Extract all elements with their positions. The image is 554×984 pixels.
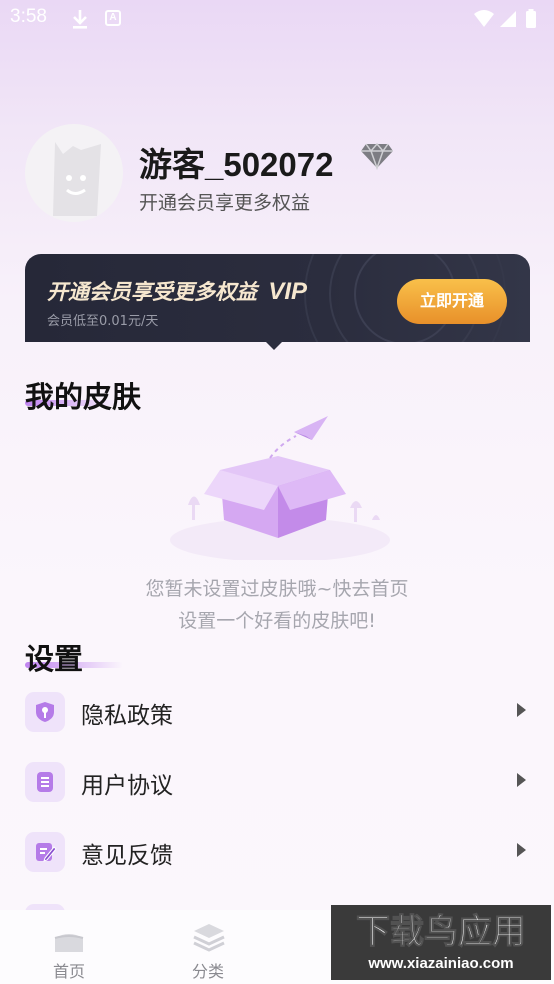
profile-subtitle[interactable]: 开通会员享更多权益 (139, 188, 310, 215)
avatar[interactable] (25, 124, 123, 222)
nav-category-label: 分类 (191, 962, 224, 981)
vip-tag: VIP (268, 278, 307, 305)
watermark-logo: 下载鸟应用 (356, 912, 527, 952)
feedback-icon (25, 832, 65, 872)
status-bar: 3:58 A (0, 0, 554, 38)
status-time: 3:58 (10, 6, 47, 27)
avatar-placeholder-icon (53, 142, 101, 216)
download-icon (70, 8, 90, 34)
settings-item-feedback[interactable]: 意见反馈 (25, 822, 530, 882)
empty-box-illustration (160, 410, 400, 564)
battery-icon (526, 11, 536, 28)
watermark-url: www.xiazainiao.com (368, 955, 514, 972)
chevron-right-icon (517, 703, 526, 717)
chevron-right-icon (517, 773, 526, 787)
signal-icons (472, 8, 542, 34)
empty-skin-message-line2: 设置一个好看的皮肤吧! (178, 610, 376, 632)
nav-home[interactable]: 首页 (19, 910, 119, 984)
settings-item-label: 意见反馈 (81, 843, 173, 869)
settings-item-label: 用户协议 (81, 773, 173, 799)
settings-item-privacy[interactable]: 隐私政策 (25, 682, 530, 742)
cell-signal-icon (500, 11, 516, 27)
nav-home-label: 首页 (52, 962, 85, 981)
settings-item-label: 隐私政策 (81, 703, 173, 729)
home-icon (54, 934, 84, 952)
chevron-right-icon (517, 843, 526, 857)
settings-item-agreement[interactable]: 用户协议 (25, 752, 530, 812)
agreement-icon (25, 762, 65, 802)
vip-subtitle: 会员低至0.01元/天 (47, 314, 159, 329)
username: 游客_502072 (139, 146, 334, 183)
skins-section-title: 我的皮肤 (25, 380, 142, 414)
settings-section-title: 设置 (25, 642, 84, 676)
vip-title: 开通会员享受更多权益 VIP (47, 278, 307, 305)
svg-text:下载鸟应用: 下载鸟应用 (356, 912, 526, 951)
privacy-icon (25, 692, 65, 732)
category-icon (193, 924, 225, 952)
diamond-icon[interactable] (360, 140, 394, 174)
keyboard-a-icon: A (105, 10, 121, 26)
activate-vip-button[interactable]: 立即开通 (397, 279, 507, 324)
site-watermark: 下载鸟应用 www.xiazainiao.com (331, 905, 551, 980)
banner-notch (264, 340, 284, 350)
wifi-icon (474, 10, 494, 27)
empty-skin-message-line1: 您暂未设置过皮肤哦~快去首页 (145, 578, 409, 600)
nav-category[interactable]: 分类 (158, 910, 258, 984)
vip-banner[interactable]: 开通会员享受更多权益 VIP 会员低至0.01元/天 立即开通 (25, 254, 530, 342)
